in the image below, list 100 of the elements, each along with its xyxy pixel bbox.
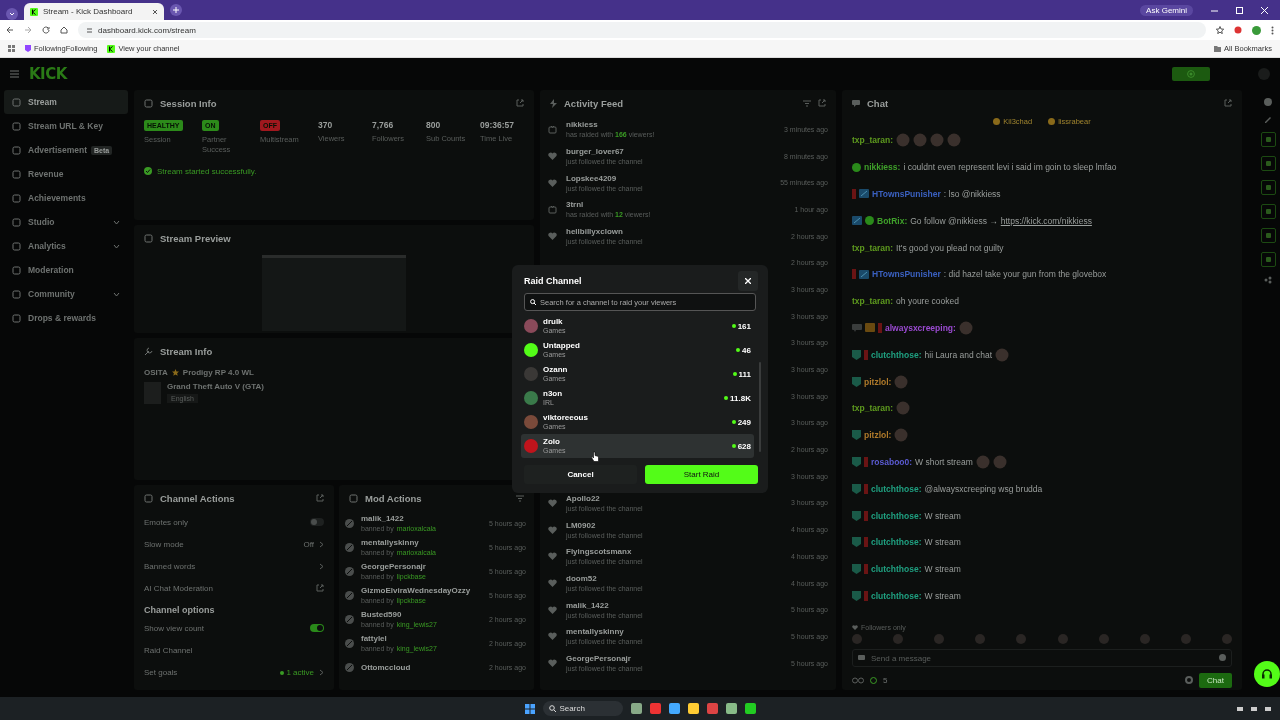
chat-username[interactable]: clutchthose:	[871, 349, 922, 360]
windows-start-icon[interactable]	[524, 703, 535, 714]
external-link-icon[interactable]	[1224, 99, 1232, 107]
more-menu-icon[interactable]	[1271, 25, 1274, 35]
tool-button[interactable]	[1260, 228, 1276, 243]
chevron-right-icon[interactable]	[319, 668, 324, 676]
chat-username[interactable]: rosaboo0:	[871, 456, 913, 467]
chat-username[interactable]: clutchthose:	[871, 590, 922, 601]
sidebar-item[interactable]: Moderation	[4, 258, 128, 282]
sidebar-item[interactable]: Analytics	[4, 234, 128, 258]
chevron-right-icon[interactable]	[319, 540, 324, 548]
edit-pencil-icon[interactable]	[1264, 115, 1272, 123]
emoji-icon[interactable]	[1219, 654, 1226, 661]
info-icon[interactable]	[1264, 98, 1272, 106]
taskbar-app-icon[interactable]	[725, 703, 737, 714]
chevron-right-icon[interactable]	[319, 562, 324, 570]
filter-icon[interactable]	[803, 99, 811, 107]
extension-icon[interactable]	[1234, 26, 1242, 34]
taskbar-search[interactable]: Search	[542, 701, 623, 716]
chat-username[interactable]: BotRix:	[877, 215, 908, 226]
taskbar-app-icon[interactable]	[687, 703, 699, 714]
chat-link[interactable]: https://kick.com/nikkiess	[1000, 215, 1092, 226]
star-icon	[171, 369, 179, 376]
apps-grid-icon[interactable]	[8, 45, 15, 52]
heart-icon	[548, 178, 557, 187]
username: mentallyskinny	[566, 627, 625, 637]
chat-username[interactable]: pitzlol:	[864, 376, 892, 387]
external-link-icon[interactable]	[316, 494, 324, 502]
sidebar-item[interactable]: Revenue	[4, 162, 128, 186]
external-link-icon[interactable]	[516, 99, 524, 107]
chat-username[interactable]: HTownsPunisher	[872, 269, 941, 280]
external-link-icon[interactable]	[818, 99, 826, 107]
sidebar-item[interactable]: Stream	[4, 90, 128, 114]
tab-search-icon[interactable]	[6, 8, 18, 20]
tool-button[interactable]	[1260, 132, 1276, 147]
channel-name: drulk	[543, 318, 564, 327]
chat-input[interactable]: Send a message	[852, 649, 1232, 667]
chat-username[interactable]: txp_taran:	[852, 242, 894, 253]
chat-username[interactable]: HTownsPunisher	[872, 189, 941, 199]
username: mentallyskinny	[361, 538, 420, 547]
chat-username[interactable]: clutchthose:	[871, 537, 922, 548]
external-link-icon[interactable]	[316, 584, 324, 592]
category-name: Grand Theft Auto V (GTA)	[167, 382, 264, 391]
chat-username[interactable]: clutchthose:	[871, 564, 922, 575]
home-icon[interactable]	[60, 26, 68, 34]
toggle-switch[interactable]	[310, 624, 324, 632]
chat-username[interactable]: txp_taran:	[852, 135, 894, 146]
close-button[interactable]	[738, 271, 758, 291]
gemini-button[interactable]: Ask Gemini	[1140, 4, 1193, 16]
raid-icon	[548, 204, 557, 214]
new-tab-icon[interactable]	[170, 4, 182, 16]
start-raid-button[interactable]: Start Raid	[645, 465, 758, 484]
heart-icon	[548, 659, 557, 668]
emote-icon	[975, 454, 990, 469]
chat-username[interactable]: pitzlol:	[864, 430, 892, 441]
live-dot-icon	[731, 420, 736, 424]
maximize-icon[interactable]	[1236, 6, 1243, 14]
forward-icon[interactable]	[24, 26, 32, 34]
link-icon[interactable]	[852, 676, 864, 684]
sidebar-item[interactable]: Drops & rewards	[4, 306, 128, 330]
sidebar-item[interactable]: Stream URL & Key	[4, 114, 128, 138]
chat-username[interactable]: nikkiess:	[864, 162, 901, 173]
filter-icon[interactable]	[516, 494, 524, 502]
taskbar-app-icon[interactable]	[744, 703, 756, 714]
menu-icon[interactable]	[10, 70, 19, 78]
tool-button[interactable]	[1260, 204, 1276, 219]
kick-logo[interactable]: KICK	[29, 65, 67, 83]
support-button[interactable]	[1254, 661, 1280, 687]
stat-value: 7,766	[372, 120, 395, 130]
chat-username[interactable]: clutchthose:	[871, 510, 922, 521]
send-chat-button[interactable]: Chat	[1199, 672, 1232, 688]
address-bar[interactable]: dashboard.kick.com/stream	[78, 22, 1206, 38]
sidebar-item[interactable]: Community	[4, 282, 128, 306]
settings-icon[interactable]	[1185, 676, 1194, 684]
tool-button[interactable]	[1260, 180, 1276, 195]
back-icon[interactable]	[6, 26, 14, 34]
tool-button[interactable]	[1260, 252, 1276, 267]
browser-tab[interactable]: Stream - Kick Dashboard	[24, 3, 164, 20]
close-icon[interactable]	[152, 8, 158, 15]
panel-title: Session Info	[160, 97, 218, 109]
taskbar-app-icon[interactable]	[630, 703, 642, 714]
ban-icon	[345, 566, 354, 576]
tool-button[interactable]	[1260, 156, 1276, 171]
username: malik_1422	[566, 600, 610, 610]
chat-username[interactable]: alwaysxcreeping:	[885, 322, 956, 333]
taskbar-app-icon[interactable]	[668, 703, 680, 714]
chat-username[interactable]: txp_taran:	[852, 296, 894, 307]
profile-avatar-icon[interactable]	[1252, 25, 1261, 35]
share-icon[interactable]	[1264, 276, 1272, 284]
sidebar-item[interactable]: Studio	[4, 210, 128, 234]
go-live-button[interactable]	[1172, 67, 1210, 81]
chat-username[interactable]: clutchthose:	[871, 483, 922, 494]
sidebar-item[interactable]: Achievements	[4, 186, 128, 210]
username: nikkiess	[566, 120, 599, 130]
scrollbar[interactable]	[759, 362, 761, 452]
cancel-button[interactable]: Cancel	[524, 465, 637, 484]
bookmark-star-icon[interactable]	[1216, 26, 1224, 34]
chat-username[interactable]: txp_taran:	[852, 403, 894, 414]
toggle-switch[interactable]	[310, 518, 324, 526]
reload-icon[interactable]	[42, 26, 50, 34]
